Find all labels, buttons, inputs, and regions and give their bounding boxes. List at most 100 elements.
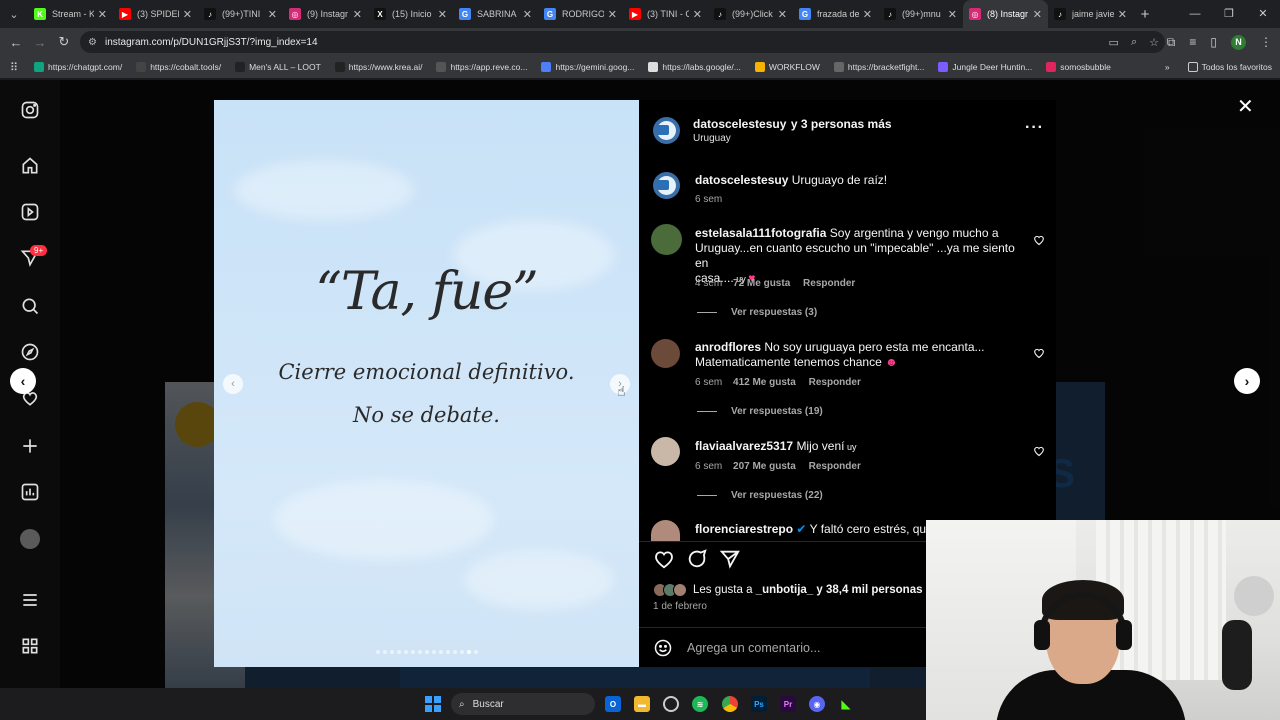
also-from-meta-icon[interactable] bbox=[18, 634, 42, 658]
more-bookmarks-icon[interactable]: » bbox=[1165, 62, 1170, 72]
next-post-icon[interactable]: › bbox=[1234, 368, 1260, 394]
comment-avatar[interactable] bbox=[651, 520, 680, 541]
reply-button[interactable]: Responder bbox=[809, 461, 861, 472]
browser-tab[interactable]: ▶ (3) SPIDER ✕ bbox=[113, 0, 198, 28]
menu-kebab-icon[interactable]: ⋮ bbox=[1260, 35, 1272, 49]
likes-count[interactable]: y 38,4 mil personas m bbox=[816, 584, 936, 596]
close-tab-icon[interactable]: ✕ bbox=[693, 8, 702, 21]
browser-tab[interactable]: ♪ jaime javie ✕ bbox=[1048, 0, 1133, 28]
browser-tab[interactable]: ♪ (99+)mnu ✕ bbox=[878, 0, 963, 28]
sidepanel-icon[interactable]: ▯ bbox=[1210, 35, 1217, 49]
more-menu-icon[interactable] bbox=[18, 588, 42, 612]
maximize-icon[interactable]: ❐ bbox=[1212, 0, 1246, 28]
caption-username[interactable]: datoscelestesuy bbox=[695, 173, 788, 187]
like-comment-icon[interactable] bbox=[1033, 233, 1045, 246]
close-tab-icon[interactable]: ✕ bbox=[778, 8, 787, 21]
site-info-icon[interactable]: ⚙ bbox=[88, 37, 97, 48]
bookmark-item[interactable]: WORKFLOW bbox=[754, 62, 820, 72]
close-tab-icon[interactable]: ✕ bbox=[523, 8, 532, 21]
close-tab-icon[interactable]: ✕ bbox=[1118, 8, 1127, 21]
likes-summary[interactable]: Les gusta a _unbotija_ y 38,4 mil person… bbox=[653, 583, 936, 597]
photoshop-icon[interactable]: Ps bbox=[751, 696, 767, 712]
browser-tab[interactable]: ▶ (3) TINI - C ✕ bbox=[623, 0, 708, 28]
close-tab-icon[interactable]: ✕ bbox=[268, 8, 277, 21]
comment-likes[interactable]: 412 Me gusta bbox=[733, 377, 796, 388]
minimize-icon[interactable]: — bbox=[1178, 0, 1212, 28]
previous-post-icon[interactable]: ‹ bbox=[10, 368, 36, 394]
bookmark-item[interactable]: Men's ALL – LOOT bbox=[235, 62, 321, 72]
close-modal-icon[interactable]: ✕ bbox=[1237, 94, 1254, 119]
extensions-icon[interactable]: ⧉ bbox=[1167, 35, 1176, 50]
close-tab-icon[interactable]: ✕ bbox=[353, 8, 362, 21]
browser-tab[interactable]: K Stream - K ✕ bbox=[28, 0, 113, 28]
close-window-icon[interactable]: ✕ bbox=[1246, 0, 1280, 28]
close-tab-icon[interactable]: ✕ bbox=[98, 8, 107, 21]
close-tab-icon[interactable]: ✕ bbox=[863, 8, 872, 21]
address-bar[interactable]: ⚙ instagram.com/p/DUN1GRjjS3T/?img_index… bbox=[80, 31, 1165, 53]
reply-button[interactable]: Responder bbox=[803, 278, 855, 289]
media-icon[interactable]: ≡ bbox=[1189, 35, 1196, 49]
carousel-prev-icon[interactable]: ‹ bbox=[223, 374, 243, 394]
post-location[interactable]: Uruguay bbox=[693, 133, 731, 144]
reply-button[interactable]: Responder bbox=[809, 377, 861, 388]
search-icon[interactable] bbox=[18, 294, 42, 318]
comment-avatar[interactable] bbox=[651, 437, 680, 466]
browser-tab[interactable]: G SABRINA C ✕ bbox=[453, 0, 538, 28]
reels-icon[interactable] bbox=[18, 200, 42, 224]
close-tab-icon[interactable]: ✕ bbox=[608, 8, 617, 21]
bookmark-item[interactable]: somosbubble bbox=[1046, 62, 1111, 72]
bookmark-item[interactable]: https://app.reve.co... bbox=[436, 62, 527, 72]
more-options-icon[interactable]: ··· bbox=[1025, 119, 1044, 137]
home-icon[interactable] bbox=[18, 154, 42, 178]
emoji-icon[interactable] bbox=[653, 638, 673, 658]
spotify-icon[interactable]: ≋ bbox=[692, 696, 708, 712]
bookmark-item[interactable]: https://chatgpt.com/ bbox=[34, 62, 122, 72]
view-replies-button[interactable]: Ver respuestas (22) bbox=[697, 490, 823, 501]
new-tab-button[interactable]: + bbox=[1133, 6, 1157, 23]
comment-input[interactable] bbox=[687, 640, 917, 655]
comment-avatar[interactable] bbox=[651, 224, 682, 255]
close-tab-icon[interactable]: ✕ bbox=[948, 8, 957, 21]
kick-app-icon[interactable]: ◣ bbox=[838, 696, 854, 712]
browser-tab[interactable]: G RODRIGO ✕ bbox=[538, 0, 623, 28]
close-tab-icon[interactable]: ✕ bbox=[1033, 8, 1042, 21]
bookmark-item[interactable]: https://www.krea.ai/ bbox=[334, 62, 422, 72]
chrome-icon[interactable] bbox=[722, 696, 738, 712]
browser-tab[interactable]: ◎ (8) Instagr ✕ bbox=[963, 0, 1048, 28]
author-username[interactable]: datoscelestesuy bbox=[693, 117, 786, 131]
bookmark-item[interactable]: Jungle Deer Huntin... bbox=[938, 62, 1032, 72]
comment-avatar[interactable] bbox=[651, 339, 680, 368]
close-tab-icon[interactable]: ✕ bbox=[183, 8, 192, 21]
taskbar-search[interactable]: ⌕ Buscar bbox=[451, 693, 595, 715]
comment-likes[interactable]: 207 Me gusta bbox=[733, 461, 796, 472]
share-icon[interactable] bbox=[719, 548, 741, 570]
view-replies-button[interactable]: Ver respuestas (3) bbox=[697, 307, 817, 318]
bookmark-item[interactable]: https://bracketfight... bbox=[833, 62, 924, 72]
bookmark-item[interactable]: https://gemini.goog... bbox=[541, 62, 634, 72]
explore-icon[interactable] bbox=[18, 340, 42, 364]
create-icon[interactable] bbox=[18, 434, 42, 458]
comment-username[interactable]: anrodflores bbox=[695, 340, 761, 354]
comment-icon[interactable] bbox=[686, 548, 708, 570]
browser-tab[interactable]: Gfrazada de ✕ bbox=[793, 0, 878, 28]
reload-icon[interactable]: ↻ bbox=[52, 34, 76, 50]
profile-avatar[interactable]: N bbox=[1231, 34, 1246, 50]
like-comment-icon[interactable] bbox=[1033, 346, 1045, 359]
file-explorer-icon[interactable]: ▬ bbox=[634, 696, 650, 712]
windows-start-icon[interactable] bbox=[425, 696, 441, 712]
view-replies-button[interactable]: Ver respuestas (19) bbox=[697, 406, 823, 417]
likes-user[interactable]: _unbotija_ bbox=[756, 584, 814, 596]
close-tab-icon[interactable]: ✕ bbox=[438, 8, 447, 21]
comment-username[interactable]: estelasala111fotografia bbox=[695, 226, 826, 240]
comment-username[interactable]: flaviaalvarez5317 bbox=[695, 439, 793, 453]
like-comment-icon[interactable] bbox=[1033, 444, 1045, 457]
bookmark-star-icon[interactable]: ☆ bbox=[1149, 36, 1159, 49]
caption-avatar[interactable] bbox=[653, 172, 680, 199]
bookmark-item[interactable]: https://cobalt.tools/ bbox=[136, 62, 221, 72]
forward-icon[interactable]: → bbox=[28, 35, 52, 50]
like-icon[interactable] bbox=[653, 548, 675, 570]
apps-grid-icon[interactable]: ⠿ bbox=[2, 61, 26, 74]
browser-tab[interactable]: X (15) Inicio ✕ bbox=[368, 0, 453, 28]
collab-suffix[interactable]: y 3 personas más bbox=[791, 117, 892, 131]
all-bookmarks-folder[interactable]: Todos los favoritos bbox=[1187, 62, 1272, 72]
